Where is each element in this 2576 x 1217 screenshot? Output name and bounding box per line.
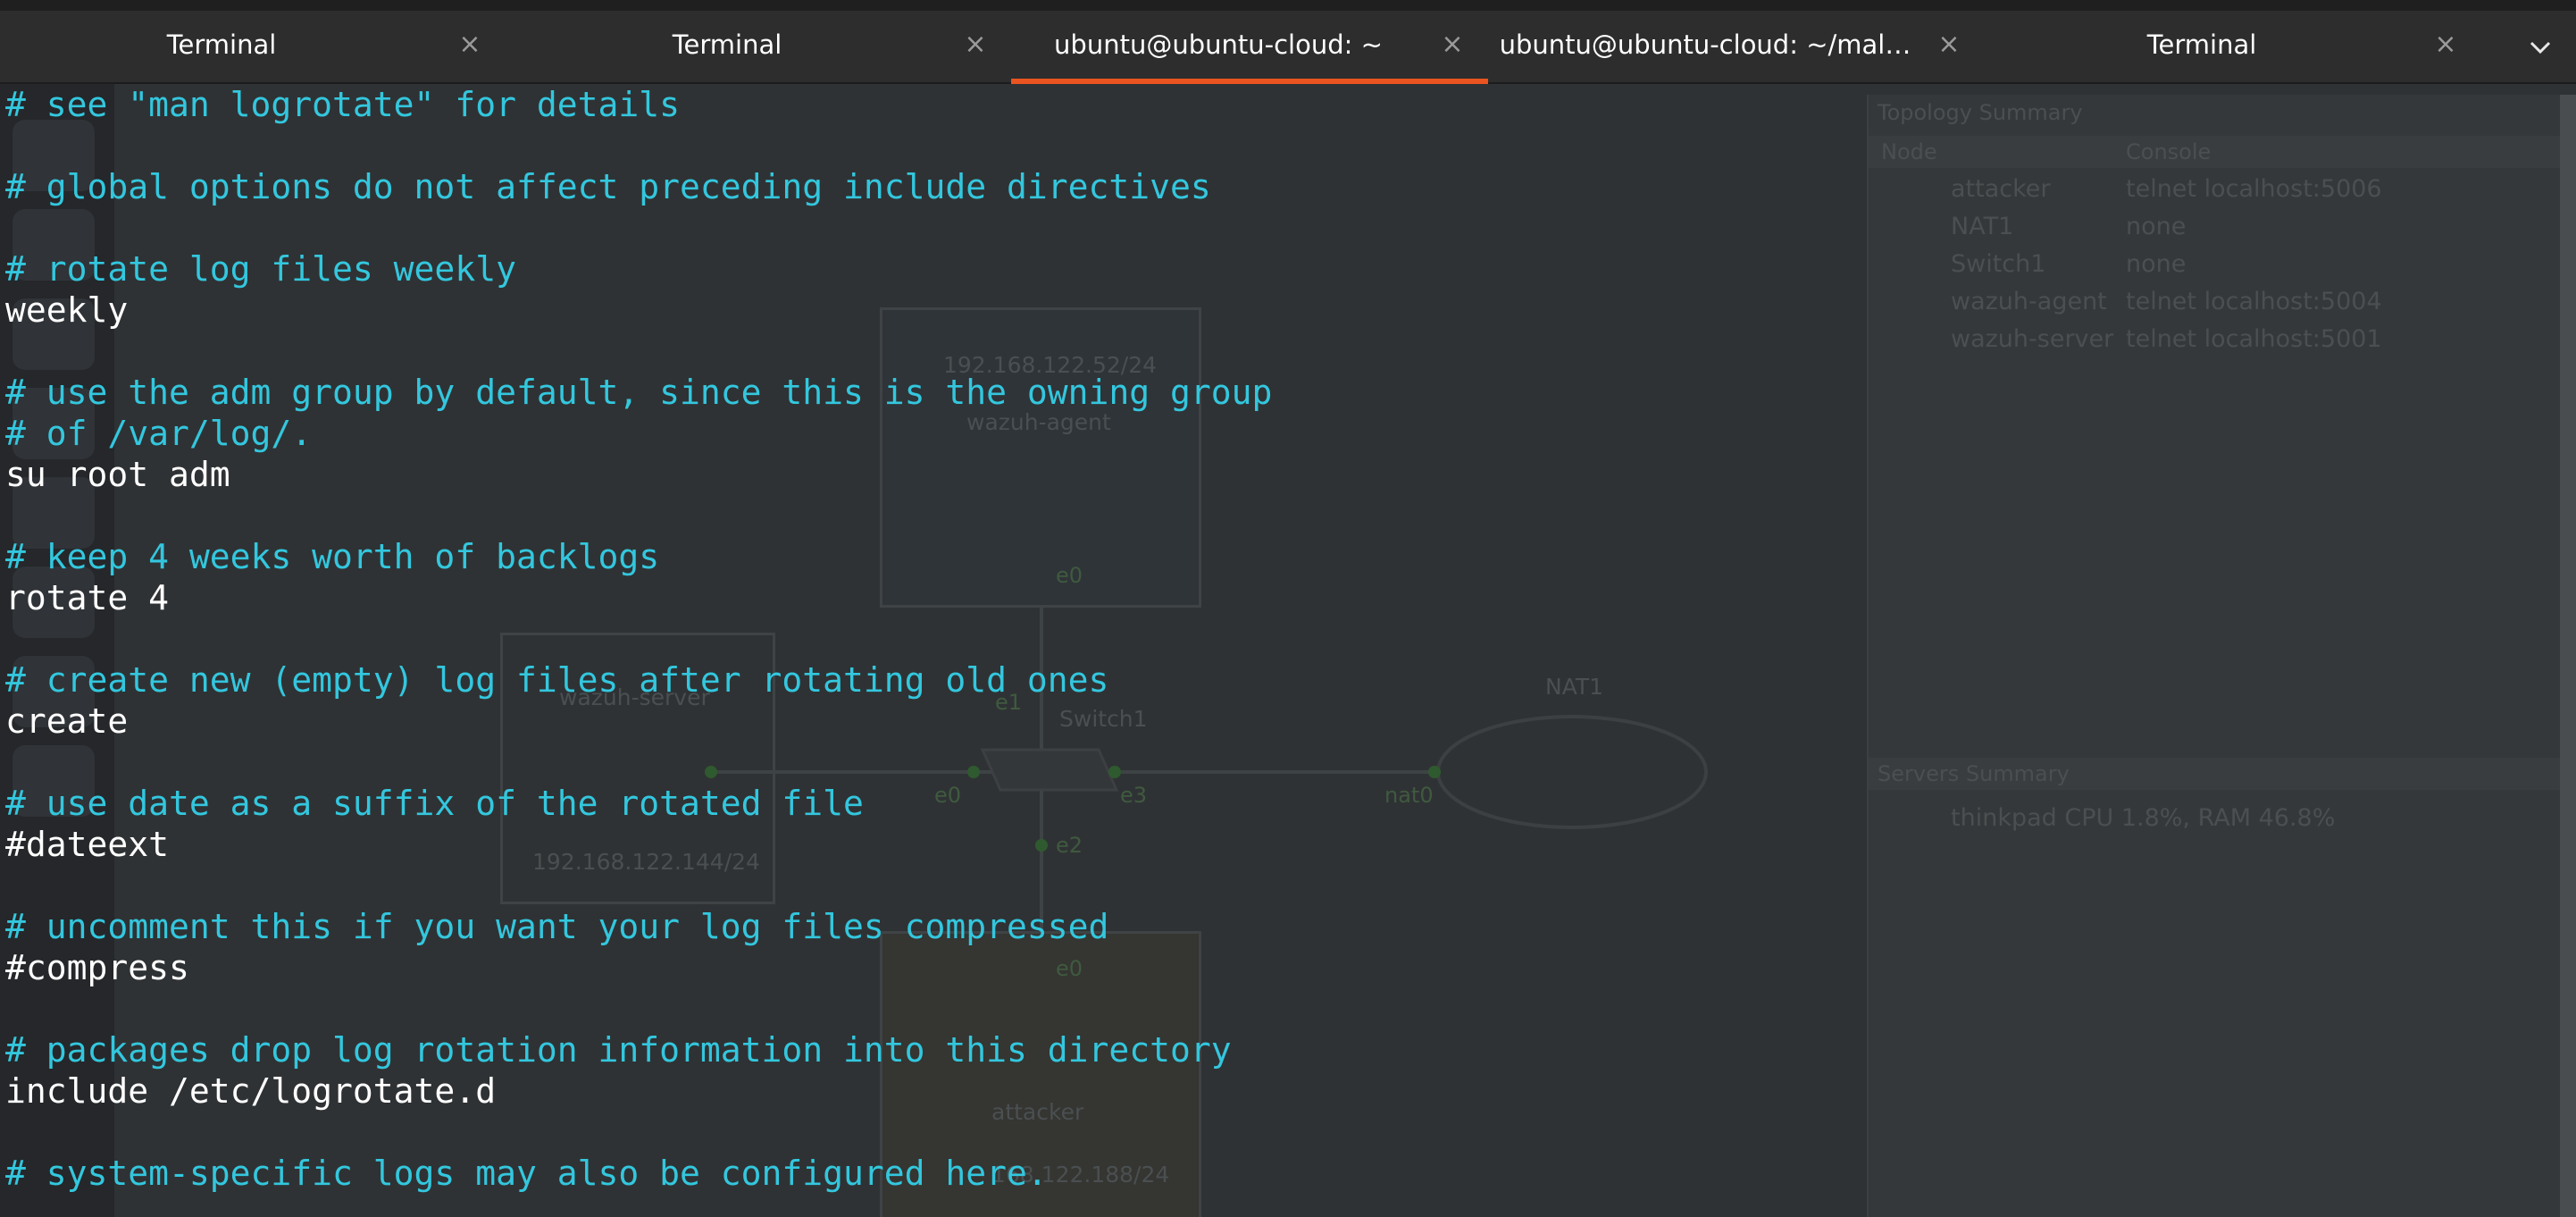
node-name: attacker [1951,175,2051,203]
topology-summary-header: Node Console [1869,136,2565,168]
config-directive: rotate 4 [5,578,170,617]
tab-title: ubuntu@ubuntu-cloud: ~/mal… [1499,29,1911,60]
port-label: nat0 [1384,783,1434,808]
config-directive: create [5,701,129,741]
node-console: telnet localhost:5006 [2126,175,2382,203]
topology-row: NAT1 none [1869,209,2565,247]
tab-title: Terminal [2146,29,2257,60]
close-icon[interactable]: × [454,29,486,61]
port-label: e2 [1056,833,1083,858]
nat-name: NAT1 [1545,674,1604,700]
config-directive: su root adm [5,455,230,494]
node-name: Switch1 [1951,250,2046,278]
tab-ubuntu-mal[interactable]: ubuntu@ubuntu-cloud: ~/mal… × [1488,11,1985,84]
config-directive: #dateext [5,825,170,864]
summary-panel: Topology Summary Node Console attacker t… [1867,95,2565,1217]
config-comment: # system-specific logs may also be confi… [5,1154,1048,1193]
tab-terminal-1[interactable]: Terminal × [0,11,506,84]
topology-row: attacker telnet localhost:5006 [1869,172,2565,209]
node-console: none [2126,250,2187,278]
server-status: thinkpad CPU 1.8%, RAM 46.8% [1951,804,2336,832]
attacker-name: attacker [991,1099,1084,1125]
tab-title: ubuntu@ubuntu-cloud: ~ [1054,29,1383,60]
servers-summary-title: Servers Summary [1878,761,2070,786]
server-row: thinkpad CPU 1.8%, RAM 46.8% [1869,801,2565,838]
agent-name: wazuh-agent [966,409,1111,435]
config-directive: weekly [5,290,129,330]
port-label: e0 [1056,956,1083,981]
switch-name: Switch1 [1059,706,1148,732]
column-header-console: Console [2126,139,2212,164]
tab-bar: Terminal × Terminal × ubuntu@ubuntu-clou… [0,0,2576,84]
config-comment: # packages drop log rotation information… [5,1030,1232,1070]
close-icon[interactable]: × [1933,29,1965,61]
config-comment: # uncomment this if you want your log fi… [5,907,1109,946]
node-name: wazuh-server [1951,325,2114,353]
close-icon[interactable]: × [1436,29,1468,61]
port-label: e3 [1120,783,1148,808]
node-console: none [2126,213,2187,240]
close-icon[interactable]: × [959,29,991,61]
topology-row: wazuh-server telnet localhost:5001 [1869,322,2565,359]
port-label: e0 [934,783,962,808]
config-comment: # keep 4 weeks worth of backlogs [5,537,660,576]
config-comment: # create new (empty) log files after rot… [5,660,1109,700]
tab-ubuntu-home[interactable]: ubuntu@ubuntu-cloud: ~ × [1011,11,1488,84]
close-icon[interactable]: × [2430,29,2462,61]
config-comment: # of /var/log/. [5,414,313,453]
server-ip: 192.168.122.144/24 [532,849,760,875]
column-header-node: Node [1881,139,1937,164]
topology-summary-title: Topology Summary [1878,100,2083,125]
config-directive: #compress [5,948,189,987]
node-name: wazuh-agent [1951,288,2107,315]
terminal-scrollbar[interactable] [2560,95,2576,1217]
config-comment: # global options do not affect preceding… [5,167,1211,206]
port-label: e0 [1056,563,1083,588]
node-console: telnet localhost:5004 [2126,288,2382,315]
tab-terminal-2[interactable]: Terminal × [506,11,1011,84]
tab-title: Terminal [166,29,277,60]
config-comment: # use the adm group by default, since th… [5,373,1273,412]
tab-terminal-5[interactable]: Terminal × [1985,11,2481,84]
node-name: NAT1 [1951,213,2014,240]
topology-row: Switch1 none [1869,247,2565,284]
config-directive: include /etc/logrotate.d [5,1071,497,1111]
config-comment: # rotate log files weekly [5,249,516,289]
topology-row: wazuh-agent telnet localhost:5004 [1869,284,2565,322]
config-comment: # see "man logrotate" for details [5,85,680,124]
node-console: telnet localhost:5001 [2126,325,2382,353]
chevron-down-icon[interactable] [2524,34,2556,61]
tab-title: Terminal [672,29,782,60]
config-comment: # use date as a suffix of the rotated fi… [5,784,864,823]
terminal-view[interactable]: 192.168.122.52/24 wazuh-agent wazuh-serv… [0,84,2576,1217]
servers-summary-header: Servers Summary [1869,758,2565,790]
